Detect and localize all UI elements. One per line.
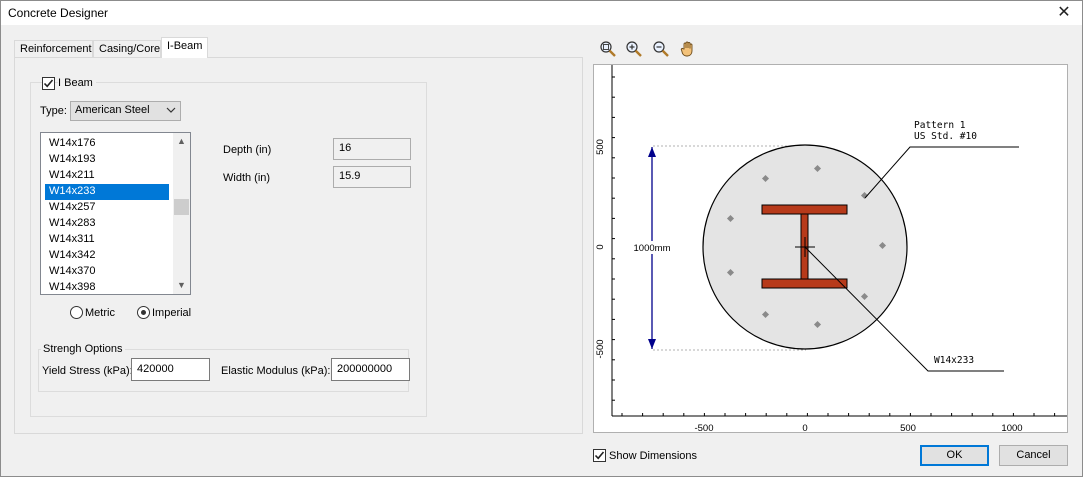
y-tick-label: 500: [595, 139, 606, 155]
dimension-arrow-bottom: [648, 339, 656, 349]
width-field: 15.9: [333, 166, 411, 188]
list-item-selected[interactable]: W14x233: [45, 184, 169, 200]
pattern-label: Pattern 1: [914, 120, 966, 131]
dimension-arrow-top: [648, 147, 656, 157]
tab-reinforcement[interactable]: Reinforcement: [14, 40, 93, 58]
title-bar: Concrete Designer ✕: [1, 1, 1082, 25]
list-item[interactable]: W14x311: [45, 232, 169, 248]
tab-casing-core[interactable]: Casing/Core: [93, 40, 161, 58]
strength-options-label: Strengh Options: [41, 343, 125, 355]
list-item[interactable]: W14x176: [45, 136, 169, 152]
bar-size-label: US Std. #10: [914, 131, 977, 142]
chevron-down-icon: [166, 107, 176, 113]
x-tick-label: 500: [900, 423, 916, 432]
zoom-extents-icon[interactable]: [599, 40, 617, 58]
list-item[interactable]: W14x398: [45, 280, 169, 294]
elastic-modulus-input[interactable]: 200000000: [331, 358, 410, 381]
close-icon[interactable]: ✕: [1054, 3, 1074, 23]
checkmark-icon: [594, 451, 605, 460]
list-item[interactable]: W14x211: [45, 168, 169, 184]
depth-label: Depth (in): [223, 144, 272, 156]
cancel-button[interactable]: Cancel: [999, 445, 1068, 466]
x-tick-label: 0: [802, 423, 807, 432]
dimension-label: 1000mm: [634, 243, 671, 254]
x-tick-label: -500: [694, 423, 713, 432]
checkmark-icon: [43, 79, 54, 88]
y-tick-label: -500: [595, 339, 606, 358]
list-item[interactable]: W14x257: [45, 200, 169, 216]
yield-stress-input[interactable]: 420000: [131, 358, 210, 381]
tab-i-beam[interactable]: I-Beam: [161, 37, 208, 58]
width-label: Width (in): [223, 172, 271, 184]
ok-button[interactable]: OK: [920, 445, 989, 466]
imperial-radio[interactable]: [137, 306, 150, 319]
list-item[interactable]: W14x283: [45, 216, 169, 232]
list-item[interactable]: W14x370: [45, 264, 169, 280]
scroll-down-icon[interactable]: ▼: [173, 277, 190, 294]
section-list-scrollbar[interactable]: ▲ ▼: [173, 133, 190, 294]
concrete-designer-dialog: Concrete Designer ✕ Reinforcement Casing…: [0, 0, 1083, 477]
scroll-up-icon[interactable]: ▲: [173, 133, 190, 150]
section-drawing: 1000mm Pattern 1 US Std. #10 W14x233 -50…: [595, 65, 1067, 434]
i-beam-checkbox-label[interactable]: I Beam: [58, 77, 96, 89]
i-beam-group: I Beam Type: American Steel W14x176 W14x…: [30, 77, 427, 417]
section-preview-plot[interactable]: 1000mm Pattern 1 US Std. #10 W14x233 -50…: [593, 64, 1068, 434]
i-beam-panel: I Beam Type: American Steel W14x176 W14x…: [14, 57, 583, 434]
x-tick-label: 1000: [1001, 423, 1022, 432]
y-tick-label: 0: [595, 244, 606, 249]
scroll-thumb[interactable]: [174, 199, 189, 215]
window-title: Concrete Designer: [8, 6, 109, 20]
i-beam-checkbox[interactable]: [42, 77, 55, 90]
metric-radio-label[interactable]: Metric: [85, 307, 115, 319]
show-dimensions-checkbox[interactable]: [593, 449, 606, 462]
pan-hand-icon[interactable]: [679, 40, 697, 58]
type-select[interactable]: American Steel: [70, 101, 181, 121]
show-dimensions-label[interactable]: Show Dimensions: [609, 450, 697, 462]
imperial-radio-label[interactable]: Imperial: [152, 307, 191, 319]
elastic-modulus-label: Elastic Modulus (kPa):: [221, 365, 331, 377]
metric-radio[interactable]: [70, 306, 83, 319]
yield-stress-label: Yield Stress (kPa):: [42, 365, 133, 377]
beam-section-label: W14x233: [934, 355, 974, 366]
list-item[interactable]: W14x193: [45, 152, 169, 168]
type-label: Type:: [40, 105, 67, 117]
depth-field: 16: [333, 138, 411, 160]
zoom-in-icon[interactable]: [625, 40, 643, 58]
i-beam-bottom-flange: [761, 278, 848, 289]
section-listbox[interactable]: W14x176 W14x193 W14x211 W14x233 W14x257 …: [40, 132, 191, 295]
type-select-value: American Steel: [75, 104, 150, 116]
list-item[interactable]: W14x342: [45, 248, 169, 264]
zoom-out-icon[interactable]: [652, 40, 670, 58]
i-beam-top-flange: [761, 204, 848, 215]
strength-options-group: Strengh Options Yield Stress (kPa): 4200…: [38, 343, 410, 392]
